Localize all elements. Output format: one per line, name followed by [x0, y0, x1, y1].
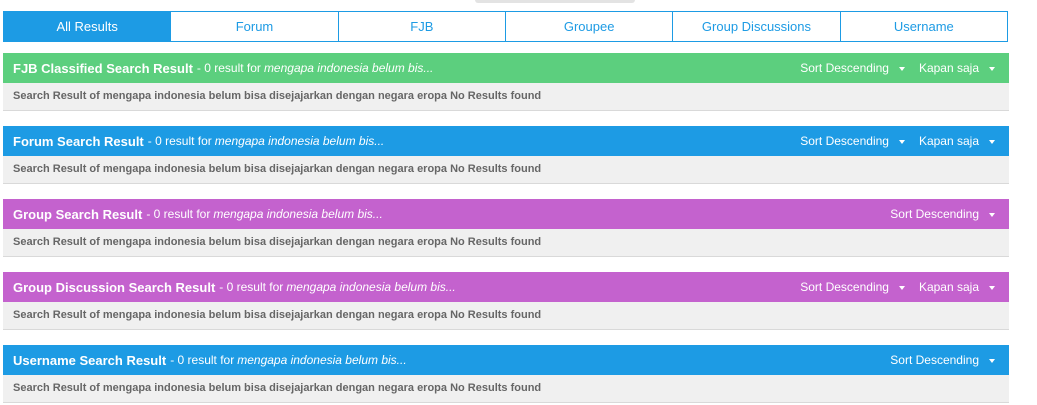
- result-tabs: All Results Forum FJB Groupee Group Disc…: [3, 11, 1008, 42]
- search-query: mengapa indonesia belum bis...: [214, 134, 385, 148]
- chevron-down-icon: [989, 66, 995, 71]
- group-result-section: Group Search Result - 0 result for menga…: [3, 199, 1009, 257]
- result-message: Search Result of mengapa indonesia belum…: [3, 83, 1009, 111]
- tab-username[interactable]: Username: [840, 11, 1008, 42]
- result-message: Search Result of mengapa indonesia belum…: [3, 229, 1009, 257]
- time-filter-label: Kapan saja: [918, 280, 979, 294]
- section-title: FJB Classified Search Result: [13, 60, 193, 76]
- forum-result-header: Forum Search Result - 0 result for menga…: [3, 126, 1009, 156]
- result-count: - 0 result for: [146, 207, 211, 221]
- time-filter-label: Kapan saja: [918, 61, 979, 75]
- sort-dropdown[interactable]: Sort Descending: [890, 353, 995, 367]
- username-result-header: Username Search Result - 0 result for me…: [3, 345, 1009, 375]
- chevron-down-icon: [989, 212, 995, 217]
- chevron-down-icon: [989, 285, 995, 290]
- section-controls: Sort Descending Kapan saja: [800, 53, 1009, 83]
- time-filter-label: Kapan saja: [918, 134, 979, 148]
- chevron-down-icon: [989, 358, 995, 363]
- result-message: Search Result of mengapa indonesia belum…: [3, 156, 1009, 184]
- section-controls: Sort Descending Kapan saja: [800, 272, 1009, 302]
- chevron-down-icon: [898, 66, 905, 71]
- result-message: Search Result of mengapa indonesia belum…: [3, 375, 1009, 403]
- section-title: Forum Search Result: [13, 133, 144, 149]
- section-controls: Sort Descending: [890, 345, 1009, 375]
- chevron-down-icon: [898, 285, 905, 290]
- search-query: mengapa indonesia belum bis...: [237, 353, 407, 367]
- section-title: Username Search Result: [13, 352, 167, 368]
- result-message: Search Result of mengapa indonesia belum…: [3, 302, 1009, 330]
- sort-dropdown[interactable]: Sort Descending: [800, 134, 905, 148]
- tab-group-discussions[interactable]: Group Discussions: [673, 11, 841, 42]
- tab-groupee[interactable]: Groupee: [505, 11, 674, 42]
- search-query: mengapa indonesia belum bis...: [286, 280, 456, 294]
- sort-dropdown[interactable]: Sort Descending: [800, 280, 905, 294]
- sort-dropdown-label: Sort Descending: [800, 134, 889, 148]
- fjb-result-section: FJB Classified Search Result - 0 result …: [3, 53, 1009, 111]
- sort-dropdown-label: Sort Descending: [800, 61, 889, 75]
- result-count: - 0 result for: [170, 353, 235, 367]
- sort-dropdown-label: Sort Descending: [890, 207, 979, 221]
- result-count: - 0 result for: [196, 61, 261, 75]
- fjb-result-header: FJB Classified Search Result - 0 result …: [3, 53, 1009, 83]
- chevron-down-icon: [898, 139, 905, 144]
- top-edge-decoration: [475, 0, 635, 3]
- section-title: Group Search Result: [13, 206, 143, 222]
- time-filter-dropdown[interactable]: Kapan saja: [919, 61, 995, 75]
- group-discussion-result-section: Group Discussion Search Result - 0 resul…: [3, 272, 1009, 330]
- section-controls: Sort Descending: [890, 199, 1009, 229]
- search-query: mengapa indonesia belum bis...: [263, 61, 434, 75]
- search-query: mengapa indonesia belum bis...: [213, 207, 383, 221]
- result-count: - 0 result for: [219, 280, 284, 294]
- tab-fjb[interactable]: FJB: [338, 11, 506, 42]
- tab-all-results[interactable]: All Results: [3, 11, 172, 42]
- time-filter-dropdown[interactable]: Kapan saja: [919, 134, 995, 148]
- group-discussion-result-header: Group Discussion Search Result - 0 resul…: [3, 272, 1009, 302]
- chevron-down-icon: [989, 139, 995, 144]
- tab-forum[interactable]: Forum: [171, 11, 339, 42]
- search-results-page: All Results Forum FJB Groupee Group Disc…: [0, 0, 1037, 405]
- sort-dropdown[interactable]: Sort Descending: [890, 207, 995, 221]
- forum-result-section: Forum Search Result - 0 result for menga…: [3, 126, 1009, 184]
- group-result-header: Group Search Result - 0 result for menga…: [3, 199, 1009, 229]
- section-controls: Sort Descending Kapan saja: [800, 126, 1009, 156]
- section-title: Group Discussion Search Result: [13, 279, 216, 295]
- time-filter-dropdown[interactable]: Kapan saja: [919, 280, 995, 294]
- sort-dropdown-label: Sort Descending: [800, 280, 889, 294]
- sort-dropdown[interactable]: Sort Descending: [800, 61, 905, 75]
- sort-dropdown-label: Sort Descending: [890, 353, 979, 367]
- result-count: - 0 result for: [147, 134, 212, 148]
- username-result-section: Username Search Result - 0 result for me…: [3, 345, 1009, 403]
